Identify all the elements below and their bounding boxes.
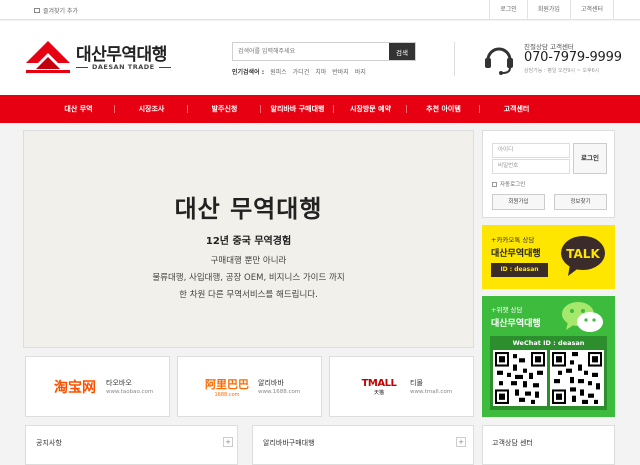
alibaba-board: 알리바바구매대행 + [252,425,474,465]
cs-hours: 상담가능 : 평일 오전9시 ~ 오후6시 [524,68,600,74]
alibaba-more-button[interactable]: + [456,437,466,447]
popular-keyword[interactable]: 반바지 [332,67,349,76]
svg-text:TALK: TALK [566,247,600,261]
wechat-label: +위챗 상담 [491,306,523,314]
find-info-button[interactable]: 정보찾기 [554,194,607,210]
logo-name: 대산무역대행 [76,45,167,65]
partner-url: www.1688.com [258,389,301,395]
nav-item-customer-center[interactable]: 고객센터 [480,95,553,123]
popular-keywords: 인기검색어 : 원피스 가디건 치마 반바지 바지 [232,67,366,76]
nav-item-market-research[interactable]: 시장조사 [115,95,188,123]
main-nav: 대산 무역 시장조사 발주신청 알리바바 구매대행 시장방문 예약 추천 아이템… [0,95,640,123]
search-button[interactable]: 검색 [389,43,415,60]
join-link[interactable]: 회원가입 [526,0,570,20]
nav-item-daesan[interactable]: 대산 무역 [42,95,115,123]
favorite-label: 즐겨찾기 추가 [43,8,79,15]
logo-mark-icon [26,41,70,73]
kakao-talk-icon: TALK [561,236,605,276]
partner-name: 티몰 [410,379,423,387]
login-box: 아이디 비밀번호 로그인 자동로그인 회원가입 정보찾기 [482,130,615,218]
partner-name: 알리바바 [258,379,284,387]
partner-tmall[interactable]: TMALL 天猫 티몰 www.tmall.com [329,356,474,417]
partner-url: www.taobao.com [106,389,154,395]
kakao-id: ID : deasan [491,263,548,277]
popular-keyword[interactable]: 치마 [315,67,326,76]
search-box: 검색 [232,42,416,61]
customer-service: 친절상담 고객센터 070-7979-9999 상담가능 : 평일 오전9시 ~… [454,40,632,80]
alibaba-board-title: 알리바바구매대행 [263,439,315,447]
partner-taobao[interactable]: 淘宝网 타오바오 www.taobao.com [25,356,170,417]
kakao-label: +카카오톡 상담 [491,236,535,244]
qr-code-icon [550,350,604,406]
nav-item-market-visit[interactable]: 시장방문 예약 [334,95,407,123]
id-field[interactable]: 아이디 [492,143,570,158]
favorite-link[interactable]: 즐겨찾기 추가 [34,6,78,15]
nav-item-order[interactable]: 발주신청 [188,95,261,123]
partner-name: 타오바오 [106,379,132,387]
taobao-logo-icon: 淘宝网 [54,380,96,396]
login-link[interactable]: 로그인 [489,0,527,20]
hero-banner: 대산 무역대행 12년 중국 무역경험 구매대행 뿐만 아니라 물류대행, 사입… [23,130,474,348]
nav-item-recommend[interactable]: 추천 아이템 [407,95,480,123]
popular-keyword[interactable]: 가디건 [293,67,310,76]
join-button[interactable]: 회원가입 [492,194,545,210]
password-field[interactable]: 비밀번호 [492,159,570,174]
hero-years: 12년 중국 무역경험 [205,236,292,247]
wechat-consult-banner[interactable]: +위챗 상담 대산무역대행 WeChat ID : deasan [482,296,615,417]
wechat-id: WeChat ID : deasan [512,339,585,347]
headset-icon [485,47,513,75]
consult-center-box: 고객상담 센터 [482,425,615,465]
cs-phone: 070-7979-9999 [524,50,622,65]
top-bar: 즐겨찾기 추가 로그인 회원가입 고객센터 [0,0,640,20]
popular-keyword[interactable]: 원피스 [270,67,287,76]
partner-alibaba[interactable]: 阿里巴巴 1688.com 알리바바 www.1688.com [177,356,322,417]
notice-board: 공지사항 + [25,425,238,465]
auto-login-label: 자동로그인 [500,182,526,188]
wechat-icon [562,302,603,332]
customer-center-link[interactable]: 고객센터 [569,0,614,20]
logo-subtitle: DAESAN TRADE [76,63,171,71]
hero-line: 구매대행 뿐만 아니라 [210,256,287,266]
auto-login[interactable]: 자동로그인 [492,180,525,188]
qr-code-icon [493,350,547,406]
login-button[interactable]: 로그인 [573,143,607,174]
monitor-icon [34,8,40,13]
wechat-title: 대산무역대행 [491,319,541,329]
tmall-logo-icon: TMALL 天猫 [361,378,397,396]
search-input[interactable] [233,43,389,60]
nav-item-alibaba[interactable]: 알리바바 구매대행 [261,95,334,123]
hero-line: 한 차원 다른 무역서비스를 해드립니다. [179,290,318,300]
kakao-consult-banner[interactable]: +카카오톡 상담 대산무역대행 ID : deasan TALK [482,225,615,289]
notice-more-button[interactable]: + [223,437,233,447]
site-logo[interactable]: 대산무역대행 DAESAN TRADE [24,39,174,79]
kakao-title: 대산무역대행 [491,249,541,259]
wechat-qr-panel: WeChat ID : deasan [490,336,607,410]
consult-title: 고객상담 센터 [492,439,533,447]
partner-url: www.tmall.com [410,389,453,395]
hero-title: 대산 무역대행 [174,195,323,223]
header: 대산무역대행 DAESAN TRADE 검색 인기검색어 : 원피스 가디건 치… [0,21,640,95]
top-links: 로그인 회원가입 고객센터 [489,0,614,20]
hero-line: 물류대행, 사입대행, 공장 OEM, 비지니스 가이드 까지 [152,273,345,283]
popular-keyword[interactable]: 바지 [355,67,366,76]
popular-label: 인기검색어 : [232,69,265,76]
alibaba-logo-icon: 阿里巴巴 1688.com [205,378,249,398]
notice-title: 공지사항 [36,439,62,447]
auto-login-checkbox[interactable] [492,181,497,187]
